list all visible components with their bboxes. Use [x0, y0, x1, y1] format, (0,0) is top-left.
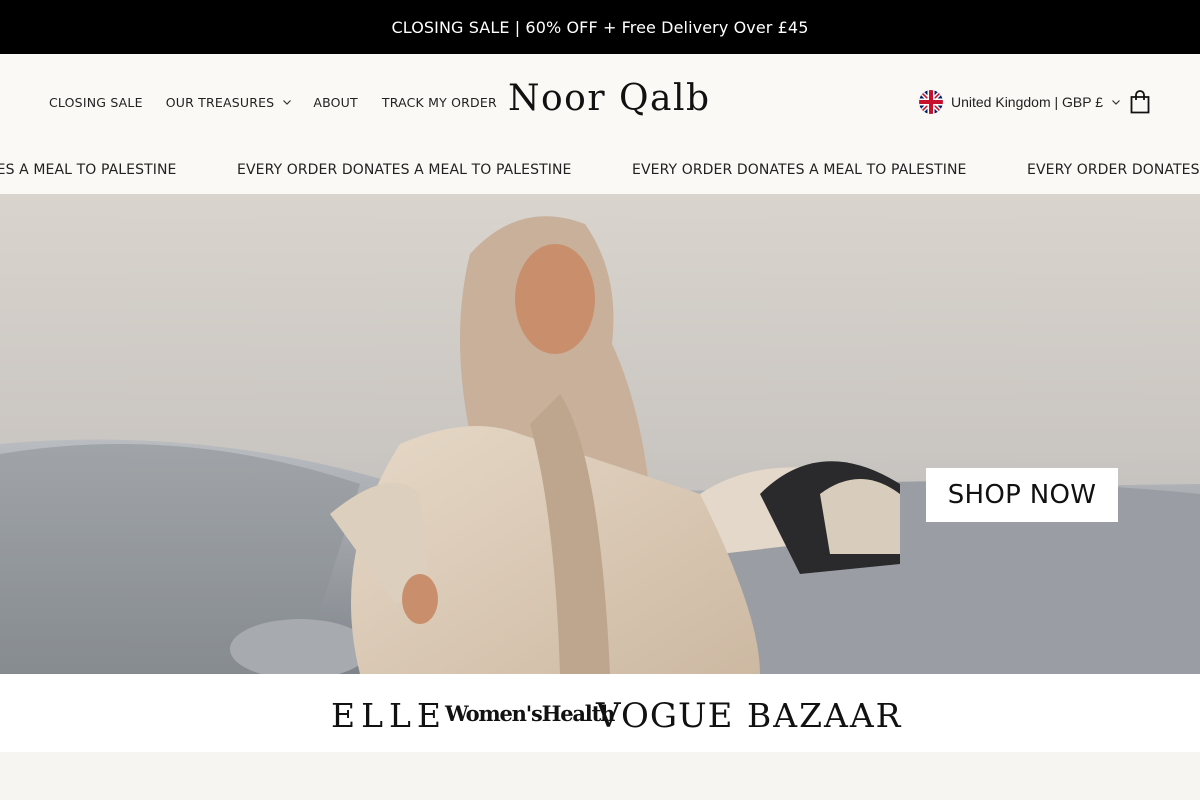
locale-selector[interactable]: United Kingdom | GBP £ — [919, 90, 1121, 114]
nav-item-closing-sale[interactable]: CLOSING SALE — [49, 95, 143, 110]
press-logo-vogue: VOGUE — [596, 696, 734, 736]
press-logos: ELLE Women'sHealth VOGUE BAZAAR — [0, 674, 1200, 752]
press-logo-bazaar: BAZAAR — [747, 696, 903, 735]
shop-now-button[interactable]: SHOP NOW — [926, 468, 1118, 522]
nav-item-about[interactable]: ABOUT — [313, 95, 358, 110]
hero-image — [0, 194, 1200, 674]
marquee-item: EVERY ORDER DONATES A MEAL TO PALESTINE — [1027, 162, 1200, 178]
next-section — [0, 752, 1200, 800]
donation-marquee: EVERY ORDER DONATES A MEAL TO PALESTINE … — [0, 150, 1200, 194]
shopping-bag-icon[interactable] — [1129, 90, 1151, 114]
nav-item-label: OUR TREASURES — [165, 94, 275, 110]
announcement-bar: CLOSING SALE | 60% OFF + Free Delivery O… — [0, 0, 1200, 54]
main-nav: CLOSING SALE OUR TREASURES ABOUT TRACK M… — [49, 54, 497, 150]
marquee-item: EVERY ORDER DONATES A MEAL TO PALESTINE — [0, 162, 177, 178]
press-logo-womens-health: Women'sHealth — [445, 701, 615, 726]
locale-label: United Kingdom | GBP £ — [951, 94, 1104, 110]
site-header: CLOSING SALE OUR TREASURES ABOUT TRACK M… — [0, 54, 1200, 150]
chevron-down-icon — [283, 100, 292, 105]
press-logo-elle: ELLE — [331, 696, 448, 735]
marquee-item: EVERY ORDER DONATES A MEAL TO PALESTINE — [237, 162, 572, 178]
chevron-down-icon — [1112, 100, 1120, 105]
uk-flag-icon — [919, 90, 943, 114]
brand-logo[interactable]: Noor Qalb — [508, 78, 711, 119]
nav-item-track-my-order[interactable]: TRACK MY ORDER — [382, 95, 497, 110]
marquee-item: EVERY ORDER DONATES A MEAL TO PALESTINE — [632, 162, 967, 178]
announcement-text: CLOSING SALE | 60% OFF + Free Delivery O… — [391, 17, 809, 37]
hero-banner: SHOP NOW — [0, 194, 1200, 674]
nav-item-our-treasures[interactable]: OUR TREASURES — [166, 95, 293, 110]
